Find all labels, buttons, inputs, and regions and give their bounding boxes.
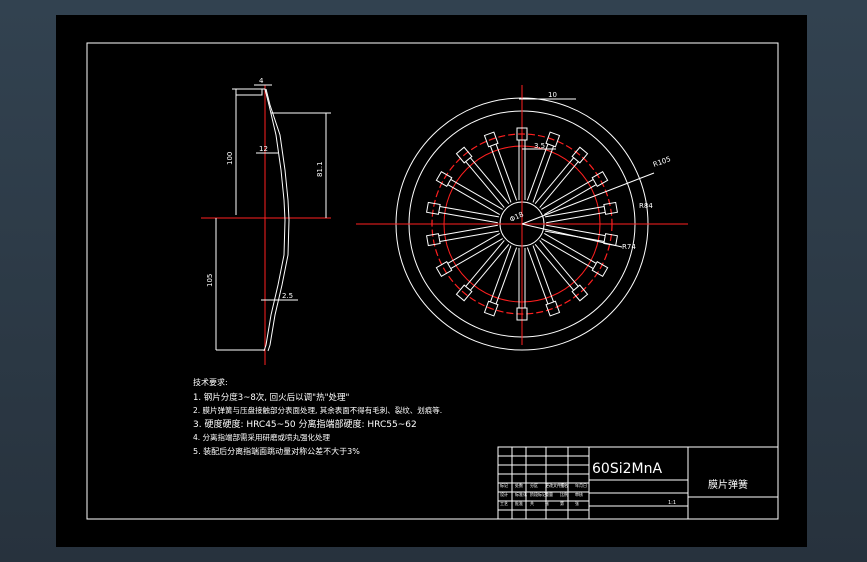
title-block: 60Si2MnA 膜片弹簧 1:1 标记 处数 分区 更改文件号签名 年月日设计 标准化阶… [497,446,779,520]
dim-text-r74: R74 [622,243,636,251]
finger-slot-edge [447,184,500,216]
section-view: 100 81.1 105 4 12 2.5 [201,77,331,365]
drawing-sheet: 100 81.1 105 4 12 2.5 10 3.5 R105 R84 R7… [56,15,807,547]
finger-slot-edge [450,178,503,210]
material-text: 60Si2MnA [592,461,662,477]
cad-viewport[interactable]: 100 81.1 105 4 12 2.5 10 3.5 R105 R84 R7… [0,0,867,562]
dim-text-105: 105 [206,274,214,287]
finger-slot-edge [544,232,597,264]
tech-line-2: 2. 膜片弹簧与压盘接触部分表面处理, 其余表面不得有毛刺、裂纹、划痕等. [193,405,442,415]
title-block-cells: 标记 处数 分区 更改文件号签名 年月日设计 标准化 阶段标记 重量 比例 审核工艺 批准共张第张 [500,482,587,506]
title-block-cell: 处数 [515,482,523,488]
finger-slot-edge [546,211,606,224]
dim-text-2-5: 2.5 [282,292,293,300]
title-block-cell: 张 [575,500,579,506]
title-block-cell: 标记 [500,482,508,488]
finger-slot-edge [439,205,499,218]
drawing-canvas: 100 81.1 105 4 12 2.5 10 3.5 R105 R84 R7… [86,42,779,520]
slot-window [545,300,561,317]
slot-window [591,170,609,188]
slot-window [426,201,441,215]
title-block-cell: 设计 [500,491,508,497]
title-block-cell: 标准化 [515,491,527,497]
top-step [235,89,263,105]
tech-line-4: 4. 分离指端部需采用研磨或喷丸强化处理 [193,432,331,442]
dim-text-3-5: 3.5 [534,142,545,150]
tech-line-3: 3. 硬度硬度: HRC45~50 分离指端部硬度: HRC55~62 [193,418,417,430]
title-block-cell: 工艺 [500,501,508,506]
dim-text-4: 4 [259,77,264,85]
tech-heading: 技术要求: [193,377,228,387]
title-block-cell: 第 [560,500,564,506]
finger-slot-edge [450,238,503,270]
dim-text-12: 12 [259,145,268,153]
finger-slot-edge [546,224,606,237]
title-block-cell: 张 [545,500,549,506]
slot-window [603,201,618,215]
finger-slot-edge [439,230,499,243]
dim-text-81: 81.1 [316,161,324,177]
tech-line-1: 1. 钢片分度3~8次, 回火后以调"热"处理" [193,392,349,403]
title-block-cell: 重量 [545,491,553,497]
tech-requirements: 技术要求: 1. 钢片分度3~8次, 回火后以调"热"处理" 2. 膜片弹簧与压… [193,377,442,456]
title-block-cell: 签名 [560,482,568,488]
finger-slot-edge [438,211,498,224]
finger-slot-edge [438,224,498,237]
dim-line-r105 [521,172,655,225]
plan-view: 10 3.5 R105 R84 R74 Φ18 [356,85,688,351]
scale-text: 1:1 [668,500,676,506]
title-block-cell: 批准 [515,500,523,506]
title-block-cell: 年月日 [575,482,587,488]
part-name-text: 膜片弹簧 [708,478,748,491]
dim-line-r74 [521,223,623,248]
dim-text-r105: R105 [652,155,672,169]
dim-text-r84: R84 [639,202,653,210]
title-block-cell: 比例 [560,491,568,497]
dim-text-10: 10 [548,91,557,99]
finger-slot-edge [541,178,594,210]
slot-window [591,260,609,278]
slot-window [435,170,453,188]
dim-text-100: 100 [226,152,234,165]
finger-slot-edge [447,232,500,264]
drawing-border [86,42,779,520]
finger-slot-edge [541,238,594,270]
title-block-cell: 分区 [530,482,538,488]
title-block-cell: 审核 [575,491,583,497]
spring-profile-inner [265,88,290,352]
finger-slot-edge [544,184,597,216]
title-block-cell: 共 [530,500,534,506]
tech-line-5: 5. 装配后分离指端面跳动量对称公差不大于3% [193,446,360,456]
title-block-cell: 阶段标记 [530,491,546,497]
